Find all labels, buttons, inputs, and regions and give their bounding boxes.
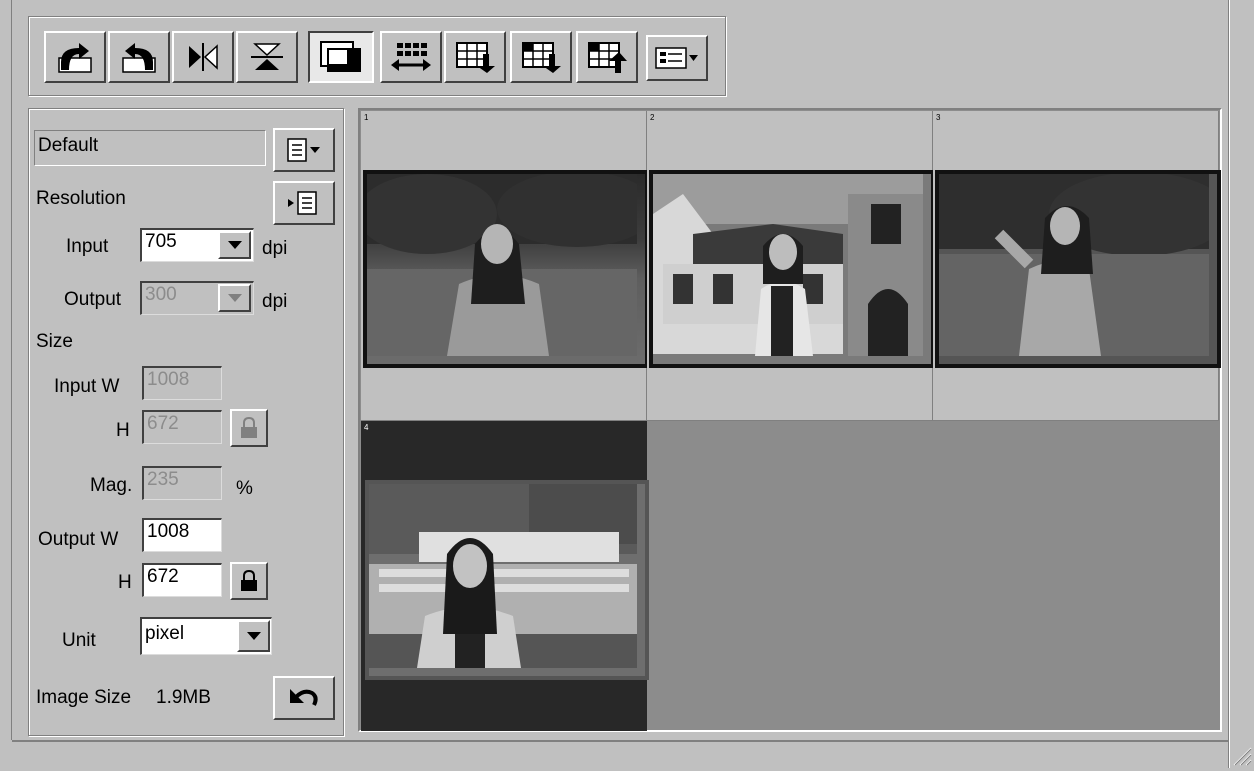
list-dropdown-icon bbox=[655, 47, 698, 69]
unit-label: Unit bbox=[62, 630, 96, 651]
undo-icon bbox=[290, 689, 318, 706]
rescan-button[interactable] bbox=[576, 31, 638, 83]
input-dpi-dropdown[interactable] bbox=[218, 231, 251, 259]
output-aspect-lock-button[interactable] bbox=[230, 562, 268, 600]
input-width-label: Input W bbox=[54, 376, 120, 397]
input-height-value: 672 bbox=[147, 413, 179, 434]
expand-horizontal-icon bbox=[391, 43, 431, 71]
frame-number: 3 bbox=[936, 113, 941, 122]
preset-field[interactable]: Default bbox=[34, 130, 266, 166]
output-width-label: Output W bbox=[38, 529, 119, 550]
input-height-field[interactable]: 672 bbox=[142, 410, 222, 444]
input-aspect-lock-button[interactable] bbox=[230, 409, 268, 447]
fit-width-button[interactable] bbox=[380, 31, 442, 83]
output-height-field[interactable]: 672 bbox=[142, 563, 222, 597]
chevron-down-icon bbox=[227, 294, 242, 302]
thumbnail-cell-4[interactable]: 4 bbox=[361, 421, 649, 731]
rotate-right-button[interactable] bbox=[108, 31, 170, 83]
resize-grip[interactable] bbox=[1228, 742, 1252, 766]
view-options-dropdown[interactable] bbox=[646, 35, 708, 81]
unit-value: pixel bbox=[145, 623, 185, 644]
flip-horizontal-icon bbox=[189, 43, 218, 71]
output-resolution-label: Output bbox=[64, 289, 122, 310]
grid-arrow-up-icon bbox=[588, 42, 627, 73]
output-dpi-value: 300 bbox=[145, 284, 177, 305]
output-dpi-dropdown[interactable] bbox=[218, 284, 251, 312]
chevron-down-icon bbox=[227, 241, 242, 249]
rotate-left-button[interactable] bbox=[44, 31, 106, 83]
grid-arrow-icon bbox=[522, 42, 561, 73]
unit-dropdown[interactable] bbox=[237, 620, 270, 652]
preset-menu-button[interactable] bbox=[273, 128, 335, 172]
magnification-label: Mag. bbox=[90, 475, 133, 496]
size-label: Size bbox=[36, 331, 73, 352]
thumbnail-cell-1[interactable]: 1 bbox=[361, 111, 649, 421]
thumbnail-image-3 bbox=[935, 170, 1221, 368]
image-size-value: 1.9MB bbox=[156, 687, 211, 708]
reset-button[interactable] bbox=[273, 676, 335, 720]
scan-all-button[interactable] bbox=[444, 31, 506, 83]
preset-value: Default bbox=[38, 135, 99, 156]
magnification-field[interactable]: 235 bbox=[142, 466, 222, 500]
thumbnail-cell-3[interactable]: 3 bbox=[933, 111, 1221, 421]
input-resolution-label: Input bbox=[66, 236, 109, 257]
window-left-edge bbox=[0, 0, 12, 740]
thumbnail-image-2 bbox=[649, 170, 935, 368]
output-width-value: 1008 bbox=[147, 521, 190, 542]
input-width-value: 1008 bbox=[147, 369, 190, 390]
magnification-value: 235 bbox=[147, 469, 179, 490]
input-height-label: H bbox=[116, 420, 130, 441]
chevron-down-icon bbox=[246, 632, 261, 640]
frame-number: 2 bbox=[650, 113, 655, 122]
frame-icon bbox=[320, 41, 361, 72]
play-document-icon bbox=[288, 191, 317, 215]
percent-unit: % bbox=[236, 478, 253, 499]
thumbnail-image-1 bbox=[363, 170, 649, 368]
rotate-right-icon bbox=[122, 43, 156, 73]
output-height-value: 672 bbox=[147, 566, 179, 587]
scan-selected-button[interactable] bbox=[510, 31, 572, 83]
document-dropdown-icon bbox=[287, 138, 320, 162]
window-right-edge bbox=[1228, 0, 1254, 768]
input-dpi-unit: dpi bbox=[262, 238, 288, 259]
frame-number: 4 bbox=[364, 423, 369, 432]
output-width-field[interactable]: 1008 bbox=[142, 518, 222, 552]
thumbnail-image-4 bbox=[365, 480, 649, 680]
flip-vertical-icon bbox=[251, 43, 283, 70]
input-dpi-value: 705 bbox=[145, 231, 177, 252]
flip-horizontal-button[interactable] bbox=[172, 31, 234, 83]
input-width-field[interactable]: 1008 bbox=[142, 366, 222, 400]
resolution-label: Resolution bbox=[36, 188, 126, 209]
rotate-left-icon bbox=[58, 43, 92, 73]
thumbnail-cell-2[interactable]: 2 bbox=[647, 111, 935, 421]
grid-arrow-icon bbox=[456, 42, 495, 73]
frame-view-button[interactable] bbox=[308, 31, 374, 83]
image-size-label: Image Size bbox=[36, 687, 132, 708]
window-bottom-edge bbox=[12, 740, 1228, 742]
output-dpi-unit: dpi bbox=[262, 291, 288, 312]
lock-icon bbox=[241, 570, 257, 591]
lock-icon bbox=[241, 417, 257, 438]
apply-preset-button[interactable] bbox=[273, 181, 335, 225]
output-height-label: H bbox=[118, 572, 132, 593]
flip-vertical-button[interactable] bbox=[236, 31, 298, 83]
frame-number: 1 bbox=[364, 113, 369, 122]
